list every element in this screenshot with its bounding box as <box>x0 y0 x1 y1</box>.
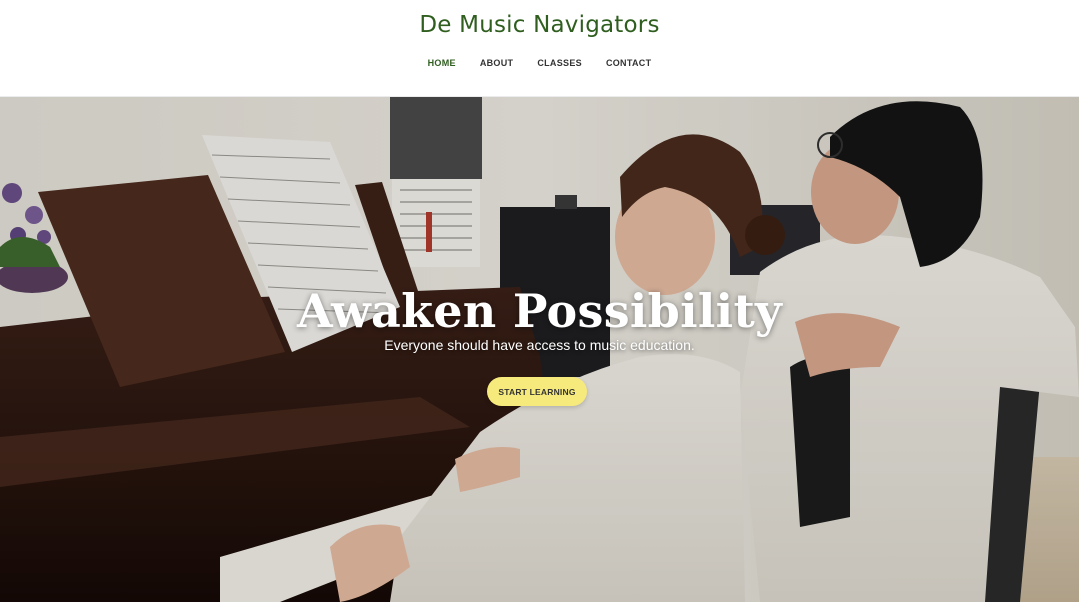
hero-subheadline: Everyone should have access to music edu… <box>384 337 695 353</box>
hero-section: Awaken Possibility Everyone should have … <box>0 97 1079 602</box>
main-nav: HOME ABOUT CLASSES CONTACT <box>0 56 1079 70</box>
hero-headline: Awaken Possibility <box>296 284 783 338</box>
site-title[interactable]: De Music Navigators <box>0 12 1079 38</box>
start-learning-button[interactable]: START LEARNING <box>487 377 587 406</box>
nav-item-classes[interactable]: CLASSES <box>535 56 584 70</box>
site-header: De Music Navigators HOME ABOUT CLASSES C… <box>0 0 1079 97</box>
nav-item-about[interactable]: ABOUT <box>478 56 516 70</box>
nav-item-home[interactable]: HOME <box>426 56 458 70</box>
nav-item-contact[interactable]: CONTACT <box>604 56 653 70</box>
